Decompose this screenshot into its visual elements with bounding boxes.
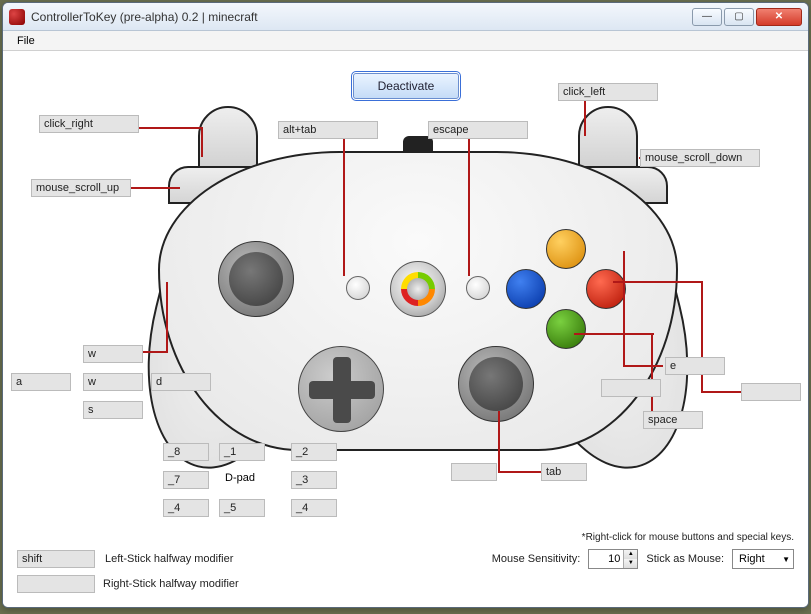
menubar: File: [3, 31, 808, 51]
binding-dpad-l[interactable]: _7: [163, 471, 209, 489]
binding-lstick-up2[interactable]: w: [83, 373, 143, 391]
close-button[interactable]: ✕: [756, 8, 802, 26]
binding-face-b[interactable]: e: [665, 357, 725, 375]
binding-dpad-r[interactable]: _3: [291, 471, 337, 489]
stick-mouse-label: Stick as Mouse:: [646, 553, 724, 565]
controller-image: [158, 111, 678, 481]
binding-dpad-ul[interactable]: _8: [163, 443, 209, 461]
binding-left-trigger[interactable]: click_left: [558, 83, 658, 101]
binding-lstick-down[interactable]: s: [83, 401, 143, 419]
binding-face-a[interactable]: space: [643, 411, 703, 429]
binding-right-trigger[interactable]: click_right: [39, 115, 139, 133]
right-half-modifier-label: Right-Stick halfway modifier: [103, 578, 239, 590]
left-half-modifier-label: Left-Stick halfway modifier: [105, 553, 233, 565]
binding-dpad-dl[interactable]: _4: [163, 499, 209, 517]
binding-face-x2[interactable]: [741, 383, 801, 401]
content: Deactivate: [3, 51, 808, 607]
maximize-button[interactable]: ▢: [724, 8, 754, 26]
binding-left-bumper[interactable]: mouse_scroll_up: [31, 179, 131, 197]
menu-file[interactable]: File: [9, 34, 43, 48]
binding-lstick-left[interactable]: a: [11, 373, 71, 391]
binding-dpad-u[interactable]: _1: [219, 443, 265, 461]
left-half-modifier-input[interactable]: shift: [17, 550, 95, 568]
binding-rstick-click[interactable]: tab: [541, 463, 587, 481]
right-half-modifier-input[interactable]: [17, 575, 95, 593]
binding-lstick-right[interactable]: d: [151, 373, 211, 391]
binding-back[interactable]: alt+tab: [278, 121, 378, 139]
stick-mouse-value: Right: [739, 553, 765, 565]
spinner-down-icon[interactable]: ▼: [624, 559, 637, 568]
hint-note: *Right-click for mouse buttons and speci…: [17, 532, 794, 543]
binding-dpad-d[interactable]: _5: [219, 499, 265, 517]
minimize-button[interactable]: —: [692, 8, 722, 26]
sensitivity-label: Mouse Sensitivity:: [492, 553, 581, 565]
window-title: ControllerToKey (pre-alpha) 0.2 | minecr…: [31, 10, 692, 24]
dpad-label: D-pad: [225, 472, 255, 484]
binding-right-bumper[interactable]: mouse_scroll_down: [640, 149, 760, 167]
stick-mouse-combo[interactable]: Right ▼: [732, 549, 794, 569]
app-window: ControllerToKey (pre-alpha) 0.2 | minecr…: [2, 2, 809, 608]
binding-lstick-up[interactable]: w: [83, 345, 143, 363]
binding-dpad-dr[interactable]: _4: [291, 499, 337, 517]
sensitivity-spinner[interactable]: ▲ ▼: [588, 549, 638, 569]
chevron-down-icon: ▼: [782, 555, 790, 564]
binding-start[interactable]: escape: [428, 121, 528, 139]
binding-dpad-ur[interactable]: _2: [291, 443, 337, 461]
deactivate-button[interactable]: Deactivate: [353, 73, 459, 99]
titlebar[interactable]: ControllerToKey (pre-alpha) 0.2 | minecr…: [3, 3, 808, 31]
binding-face-x[interactable]: [601, 379, 661, 397]
spinner-up-icon[interactable]: ▲: [624, 550, 637, 559]
footer: *Right-click for mouse buttons and speci…: [3, 526, 808, 607]
app-icon: [9, 9, 25, 25]
binding-rstick-side[interactable]: [451, 463, 497, 481]
sensitivity-value[interactable]: [589, 550, 623, 568]
